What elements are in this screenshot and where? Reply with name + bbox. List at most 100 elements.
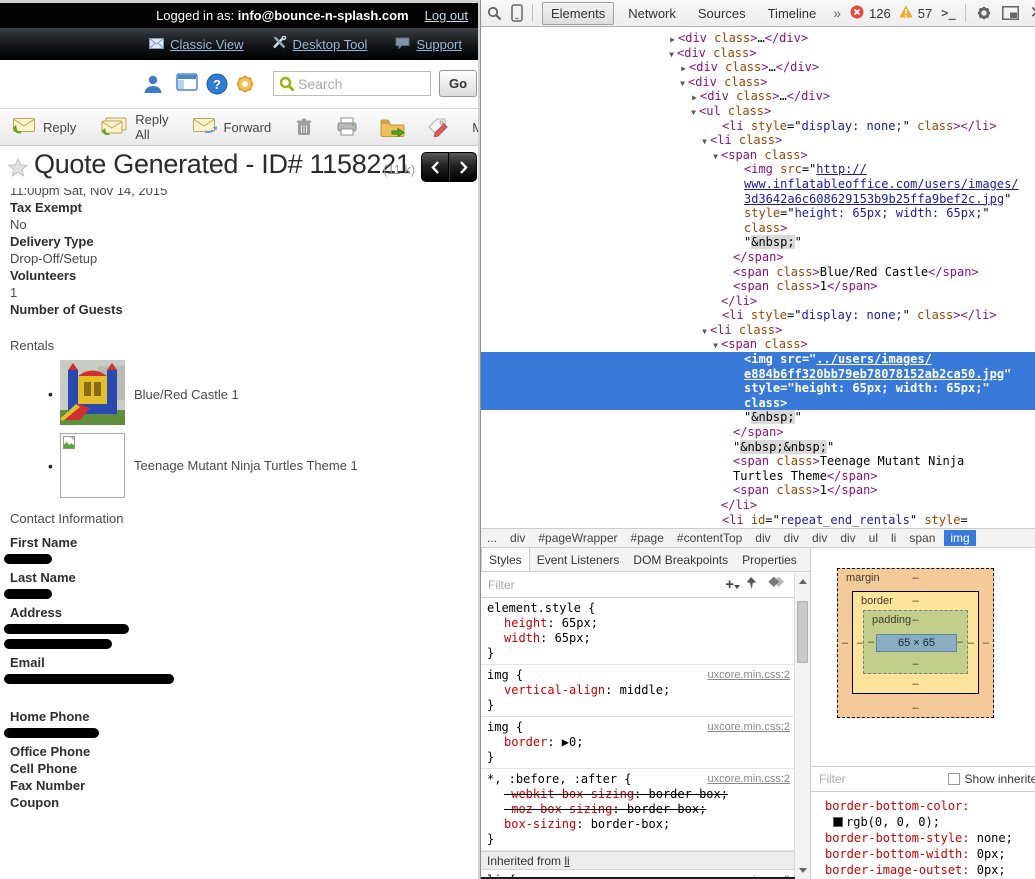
- dom-tree-line[interactable]: ▼<div class>: [481, 75, 1035, 90]
- border-right-value[interactable]: –: [968, 637, 974, 649]
- box-model-content-size[interactable]: 65 × 65: [876, 634, 957, 652]
- margin-top-value[interactable]: –: [912, 572, 918, 584]
- margin-bottom-value[interactable]: –: [912, 702, 918, 714]
- dom-tree-line[interactable]: ▼<span class>: [481, 148, 1035, 163]
- close-icon[interactable]: ✕: [1028, 3, 1035, 23]
- dom-tree-line[interactable]: ▼<div class>: [481, 46, 1035, 61]
- computed-filter-input[interactable]: Filter: [819, 772, 948, 786]
- device-mode-icon[interactable]: [511, 4, 523, 22]
- dom-tree-line[interactable]: <img src="../users/images/: [481, 352, 1035, 367]
- dom-tree-line[interactable]: "&nbsp;": [481, 235, 1035, 250]
- dom-tree-line[interactable]: ▼<li class>: [481, 133, 1035, 148]
- logout-link[interactable]: Log out: [425, 8, 468, 23]
- dom-tree-line[interactable]: Turtles Theme</span>: [481, 469, 1035, 484]
- dom-tree-line[interactable]: ▶<div class>…</div>: [481, 31, 1035, 46]
- styles-tab-event-listeners[interactable]: Event Listeners: [530, 548, 627, 571]
- dom-tree-line[interactable]: <span class>1</span>: [481, 483, 1035, 498]
- padding-bottom-value[interactable]: –: [912, 658, 918, 670]
- dom-tree-line[interactable]: 3d3642a6c608629153b9b25ffa9bef2c.jpg": [481, 192, 1035, 207]
- dom-tree-line[interactable]: class>: [481, 396, 1035, 411]
- dom-tree-line[interactable]: style="height: 65px; width: 65px;": [481, 206, 1035, 221]
- computed-property[interactable]: border-bottom-color:: [825, 798, 1035, 814]
- search-input[interactable]: [298, 73, 428, 94]
- dom-tree-line[interactable]: "&nbsp;&nbsp;": [481, 440, 1035, 455]
- twisty-icon[interactable]: ▼: [677, 77, 688, 92]
- more-tabs-button[interactable]: »: [833, 5, 841, 21]
- inherited-target-link[interactable]: li: [564, 854, 569, 868]
- tab-timeline[interactable]: Timeline: [760, 3, 825, 24]
- styles-filter-input[interactable]: Filter: [488, 578, 725, 592]
- computed-property[interactable]: border-image-outset: 0px;: [825, 862, 1035, 878]
- move-to-folder-icon[interactable]: [369, 109, 416, 145]
- box-model-border[interactable]: border – – – – padding – – – – 65: [852, 591, 979, 694]
- styles-tab-properties[interactable]: Properties: [735, 548, 804, 571]
- star-icon[interactable]: [8, 158, 28, 182]
- twisty-icon[interactable]: ▼: [666, 48, 677, 63]
- breadcrumb-item-span[interactable]: span: [909, 531, 935, 545]
- breadcrumb-item-div[interactable]: div: [784, 531, 799, 545]
- stylesheet-link[interactable]: uxcore.min.css:2: [707, 772, 790, 787]
- nav-item-support[interactable]: Support: [395, 37, 462, 52]
- scroll-up-button[interactable]: [795, 573, 810, 588]
- computed-property[interactable]: border-bottom-width: 0px;: [825, 846, 1035, 862]
- breadcrumb-item-div[interactable]: div: [840, 531, 855, 545]
- dom-tree-line[interactable]: </span>: [481, 425, 1035, 440]
- stylesheet-link[interactable]: uxcore.min.css:2: [707, 668, 790, 683]
- warning-icon[interactable]: [899, 5, 913, 21]
- margin-left-value[interactable]: –: [842, 637, 848, 649]
- dock-side-icon[interactable]: [1002, 6, 1019, 20]
- console-drawer-icon[interactable]: >_: [941, 6, 955, 20]
- nav-item-classic-view[interactable]: Classic View: [149, 37, 243, 52]
- next-message-button[interactable]: [449, 152, 477, 182]
- dom-tree-line[interactable]: <li style="display: none;" class></li>: [481, 119, 1035, 134]
- dom-tree-line[interactable]: <img src="http://: [481, 162, 1035, 177]
- breadcrumb-item-contentTop[interactable]: #contentTop: [677, 531, 742, 545]
- dom-tree-line[interactable]: ▼<ul class>: [481, 104, 1035, 119]
- css-property[interactable]: border: ▶0;: [487, 735, 804, 750]
- nav-item-desktop-tool[interactable]: Desktop Tool: [272, 36, 368, 52]
- dom-tree-line[interactable]: </span>: [481, 250, 1035, 265]
- tab-network[interactable]: Network: [620, 3, 684, 24]
- twisty-icon[interactable]: ▼: [710, 150, 721, 165]
- breadcrumb-item-ul[interactable]: ul: [869, 531, 878, 545]
- error-icon[interactable]: [850, 5, 864, 22]
- scroll-down-button[interactable]: [795, 864, 810, 879]
- padding-right-value[interactable]: –: [957, 636, 963, 648]
- border-bottom-value[interactable]: –: [912, 678, 918, 690]
- forward-button[interactable]: Forward: [181, 109, 284, 145]
- dom-tree-line[interactable]: ▶<div class>…</div>: [481, 89, 1035, 104]
- print-icon[interactable]: [325, 109, 369, 145]
- dom-tree-line[interactable]: <span class>Blue/Red Castle</span>: [481, 265, 1035, 280]
- show-inherited-checkbox[interactable]: [948, 773, 960, 785]
- pin-icon[interactable]: [745, 576, 757, 593]
- previous-message-button[interactable]: [421, 152, 449, 182]
- dom-tree-line[interactable]: <span class>1</span>: [481, 279, 1035, 294]
- help-icon[interactable]: ?: [206, 73, 228, 100]
- margin-right-value[interactable]: –: [983, 637, 989, 649]
- box-model-margin[interactable]: margin – – – – border – – – – padding: [837, 568, 994, 718]
- dom-tree-line[interactable]: <li style="display: none;" class></li>: [481, 308, 1035, 323]
- css-property[interactable]: width: 65px;: [487, 631, 804, 646]
- trash-icon[interactable]: [283, 109, 325, 145]
- dom-tree-line[interactable]: www.inflatableoffice.com/users/images/: [481, 177, 1035, 192]
- reply-all-button[interactable]: Reply All: [88, 109, 180, 145]
- css-property[interactable]: height: 65px;: [487, 616, 804, 631]
- dom-tree-line[interactable]: <li id="repeat_end_rentals" style=: [481, 513, 1035, 528]
- stylesheet-link[interactable]: uxcore.min.css:2: [707, 720, 790, 735]
- new-style-rule-icon[interactable]: +: [725, 576, 734, 593]
- more-button[interactable]: More: [460, 109, 478, 145]
- twisty-icon[interactable]: ▼: [688, 106, 699, 121]
- css-property[interactable]: -webkit-box-sizing: border-box;: [487, 787, 804, 802]
- padding-top-value[interactable]: –: [912, 614, 918, 626]
- styles-scrollbar[interactable]: [794, 573, 810, 879]
- dom-tree-line[interactable]: ▼<li class>: [481, 323, 1035, 338]
- window-icon[interactable]: [176, 73, 198, 96]
- padding-left-value[interactable]: –: [868, 636, 874, 648]
- styles-tab-styles[interactable]: Styles: [481, 548, 530, 571]
- dom-tree-line[interactable]: ▶<div class>…</div>: [481, 60, 1035, 75]
- element-state-icon[interactable]: [768, 577, 785, 592]
- twisty-icon[interactable]: ▼: [710, 339, 721, 354]
- dom-tree-line[interactable]: style="height: 65px; width: 65px;": [481, 381, 1035, 396]
- error-count[interactable]: 126: [869, 6, 891, 21]
- dom-tree-line[interactable]: e884b6ff320bb79eb78078152ab2ca50.jpg": [481, 367, 1035, 382]
